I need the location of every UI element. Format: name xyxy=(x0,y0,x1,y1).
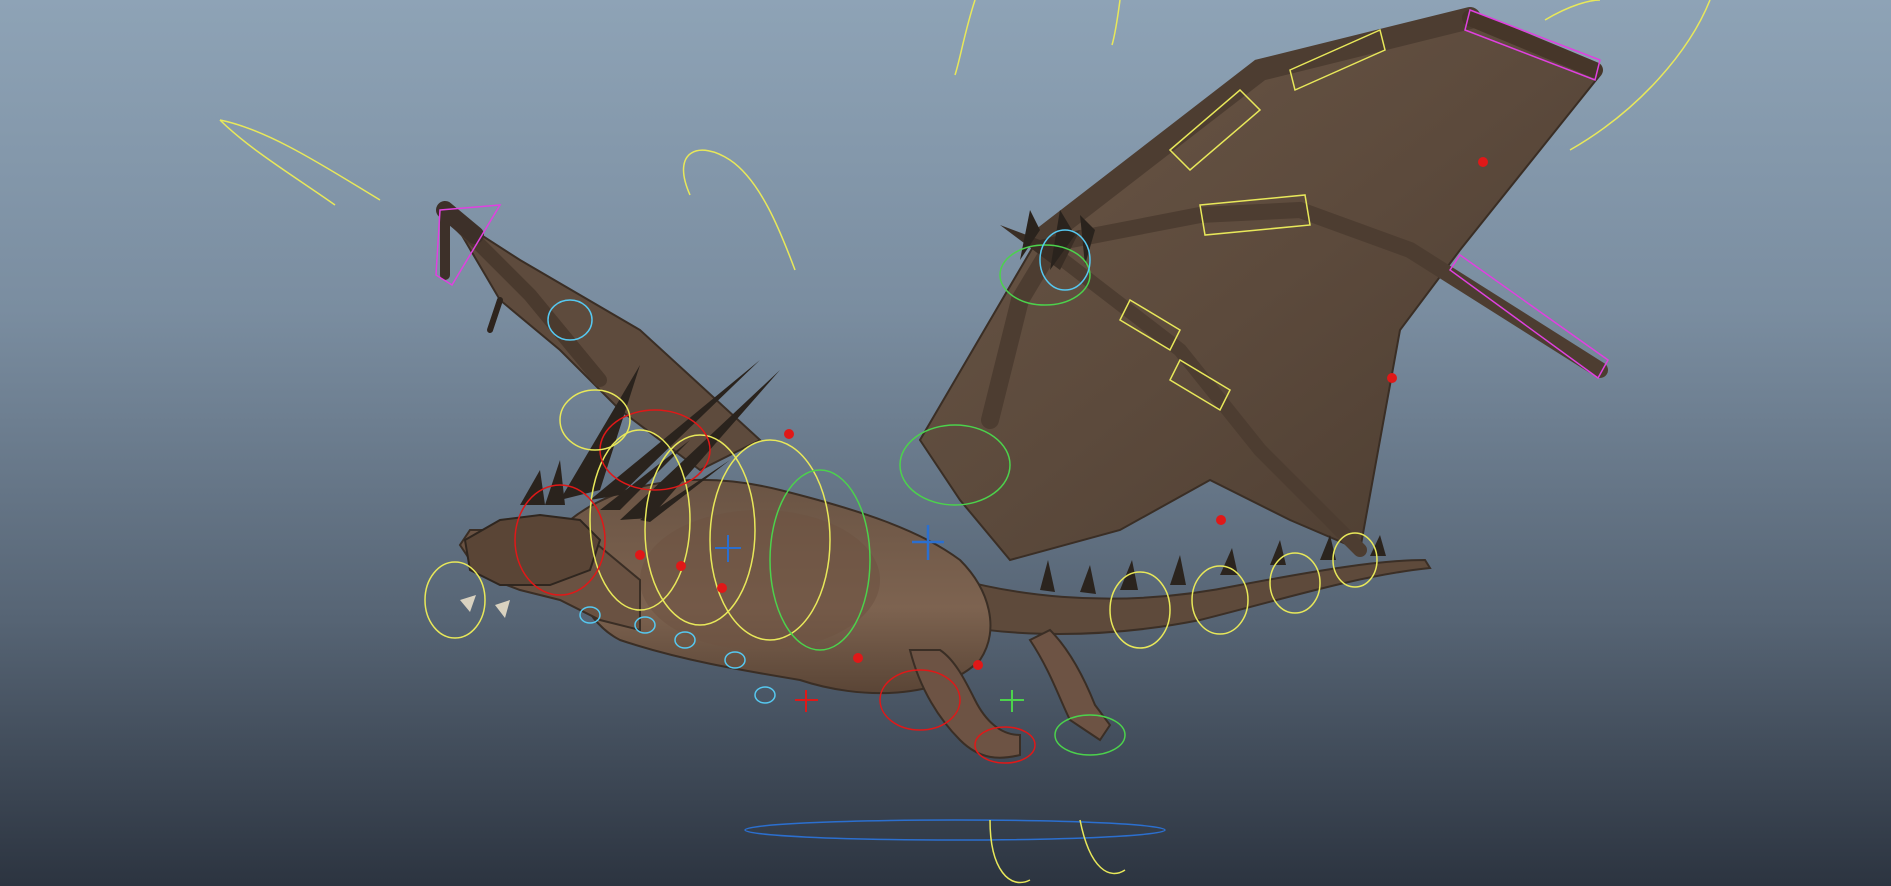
root-cross-control[interactable] xyxy=(795,690,818,712)
scene-canvas[interactable] xyxy=(0,0,1891,886)
locator-dot[interactable] xyxy=(853,653,863,663)
top-arc-2[interactable] xyxy=(1111,0,1121,46)
near-wing[interactable] xyxy=(918,7,1608,562)
locator-dot[interactable] xyxy=(973,660,983,670)
locator-dot[interactable] xyxy=(1387,373,1397,383)
head-control[interactable] xyxy=(424,561,486,639)
root-control-circle[interactable] xyxy=(744,819,1166,841)
top-arc-1[interactable] xyxy=(954,0,976,76)
locator-dot[interactable] xyxy=(784,429,794,439)
locator-dot[interactable] xyxy=(676,561,686,571)
locator-dot[interactable] xyxy=(635,550,645,560)
locator-dot[interactable] xyxy=(1216,515,1226,525)
foot-cross-control[interactable] xyxy=(1000,690,1024,712)
far-wing-arc[interactable] xyxy=(682,149,796,271)
root-arc-right[interactable] xyxy=(1079,819,1126,875)
wing-aim-curve-1[interactable] xyxy=(219,119,381,201)
maya-viewport[interactable] xyxy=(0,0,1891,886)
face-control-5[interactable] xyxy=(754,686,776,704)
top-right-arc-1[interactable] xyxy=(1544,0,1601,21)
dragon-front-leg[interactable] xyxy=(908,628,1112,759)
locator-dot[interactable] xyxy=(717,583,727,593)
root-arc-left[interactable] xyxy=(989,819,1031,884)
locator-dot[interactable] xyxy=(1478,157,1488,167)
